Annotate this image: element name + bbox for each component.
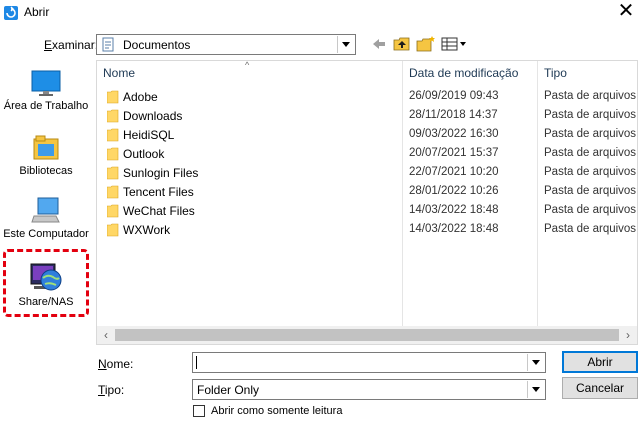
chevron-down-icon[interactable] bbox=[527, 354, 544, 371]
title-bar: Abrir ✕ bbox=[0, 0, 644, 26]
folder-icon bbox=[107, 90, 119, 104]
share-nas-highlight bbox=[3, 249, 89, 317]
readonly-checkbox[interactable] bbox=[193, 405, 205, 417]
scroll-left-icon[interactable]: ‹ bbox=[99, 328, 113, 342]
filename-label: Nome: bbox=[98, 357, 134, 371]
file-date: 14/03/2022 18:48 bbox=[409, 204, 499, 216]
horizontal-scrollbar[interactable]: ‹ › bbox=[97, 326, 637, 344]
folder-icon bbox=[107, 185, 119, 199]
file-type: Pasta de arquivos bbox=[544, 223, 637, 235]
chevron-down-icon[interactable] bbox=[527, 381, 544, 398]
place-label: Este Computador bbox=[3, 228, 89, 240]
table-row[interactable]: WeChat Files 14/03/2022 18:48 Pasta de arq… bbox=[97, 202, 637, 221]
scroll-right-icon[interactable]: › bbox=[621, 328, 635, 342]
open-dialog-icon bbox=[4, 6, 18, 20]
computer-icon bbox=[31, 197, 60, 223]
text-cursor bbox=[196, 356, 197, 369]
folder-icon bbox=[107, 128, 119, 142]
file-type: Pasta de arquivos bbox=[544, 185, 637, 197]
file-date: 28/01/2022 10:26 bbox=[409, 185, 499, 197]
filetype-select[interactable]: Folder Only bbox=[192, 379, 546, 400]
file-date: 09/03/2022 16:30 bbox=[409, 128, 499, 140]
sort-ascending-icon: ^ bbox=[245, 60, 250, 70]
place-label: Área de Trabalho bbox=[3, 100, 89, 112]
folder-icon bbox=[107, 204, 119, 218]
open-button[interactable]: Abrir bbox=[562, 351, 638, 373]
libraries-icon bbox=[33, 135, 59, 160]
readonly-label: Abrir como somente leitura bbox=[211, 405, 343, 417]
up-folder-icon[interactable] bbox=[393, 35, 411, 53]
filename-input[interactable] bbox=[192, 352, 546, 373]
file-date: 20/07/2021 15:37 bbox=[409, 147, 499, 159]
place-this-pc[interactable]: Este Computador bbox=[0, 196, 92, 241]
cancel-button[interactable]: Cancelar bbox=[562, 377, 638, 399]
close-button[interactable]: ✕ bbox=[612, 1, 640, 23]
file-name: HeidiSQL bbox=[123, 128, 175, 142]
table-row[interactable]: Adobe 26/09/2019 09:43 Pasta de arquivos bbox=[97, 88, 637, 107]
file-date: 14/03/2022 18:48 bbox=[409, 223, 499, 235]
file-date: 26/09/2019 09:43 bbox=[409, 90, 499, 102]
place-label: Bibliotecas bbox=[19, 165, 73, 177]
file-list[interactable]: ^ Nome Data de modificação Tipo Adobe 26/… bbox=[96, 60, 638, 345]
table-row[interactable]: HeidiSQL 09/03/2022 16:30 Pasta de arquivo… bbox=[97, 126, 637, 145]
documents-icon bbox=[102, 37, 114, 52]
file-date: 28/11/2018 14:37 bbox=[409, 109, 498, 121]
new-folder-icon[interactable] bbox=[416, 35, 436, 53]
file-date: 22/07/2021 10:20 bbox=[409, 166, 499, 178]
scrollbar-thumb[interactable] bbox=[115, 329, 619, 341]
lookin-label: Examinar: bbox=[44, 38, 99, 52]
file-type: Pasta de arquivos bbox=[544, 109, 637, 121]
folder-icon bbox=[107, 166, 119, 180]
filetype-value: Folder Only bbox=[197, 383, 260, 397]
table-row[interactable]: Outlook 20/07/2021 15:37 Pasta de arquivos bbox=[97, 145, 637, 164]
column-header-date[interactable]: Data de modificação bbox=[409, 61, 518, 85]
place-desktop[interactable]: Área de Trabalho bbox=[0, 68, 92, 113]
file-type: Pasta de arquivos bbox=[544, 147, 637, 159]
file-name: WeChat Files bbox=[123, 204, 195, 218]
file-name: WXWork bbox=[123, 223, 171, 237]
place-libraries[interactable]: Bibliotecas bbox=[0, 133, 92, 178]
file-type: Pasta de arquivos bbox=[544, 128, 637, 140]
file-type: Pasta de arquivos bbox=[544, 90, 637, 102]
chevron-down-icon[interactable] bbox=[337, 36, 354, 53]
file-name: Adobe bbox=[123, 90, 158, 104]
column-header-type[interactable]: Tipo bbox=[544, 61, 567, 85]
file-type: Pasta de arquivos bbox=[544, 166, 637, 178]
folder-icon bbox=[107, 147, 119, 161]
lookin-value: Documentos bbox=[123, 38, 191, 52]
back-icon[interactable] bbox=[372, 35, 386, 53]
table-row[interactable]: Tencent Files 28/01/2022 10:26 Pasta de ar… bbox=[97, 183, 637, 202]
table-row[interactable]: Sunlogin Files 22/07/2021 10:20 Pasta de a… bbox=[97, 164, 637, 183]
file-name: Downloads bbox=[123, 109, 183, 123]
file-type: Pasta de arquivos bbox=[544, 204, 637, 216]
column-header-name[interactable]: Nome bbox=[103, 61, 135, 85]
file-name: Outlook bbox=[123, 147, 165, 161]
desktop-icon bbox=[31, 70, 61, 96]
folder-icon bbox=[107, 109, 119, 123]
table-row[interactable]: Downloads 28/11/2018 14:37 Pasta de arquiv… bbox=[97, 107, 637, 126]
filetype-label: Tipo: bbox=[98, 383, 125, 397]
file-name: Sunlogin Files bbox=[123, 166, 199, 180]
folder-icon bbox=[107, 223, 119, 237]
lookin-combo[interactable]: Documentos bbox=[96, 34, 356, 55]
table-row[interactable]: WXWork 14/03/2022 18:48 Pasta de arquivos bbox=[97, 221, 637, 240]
file-name: Tencent Files bbox=[123, 185, 194, 199]
view-menu-icon[interactable] bbox=[441, 35, 467, 53]
window-title: Abrir bbox=[24, 5, 50, 19]
